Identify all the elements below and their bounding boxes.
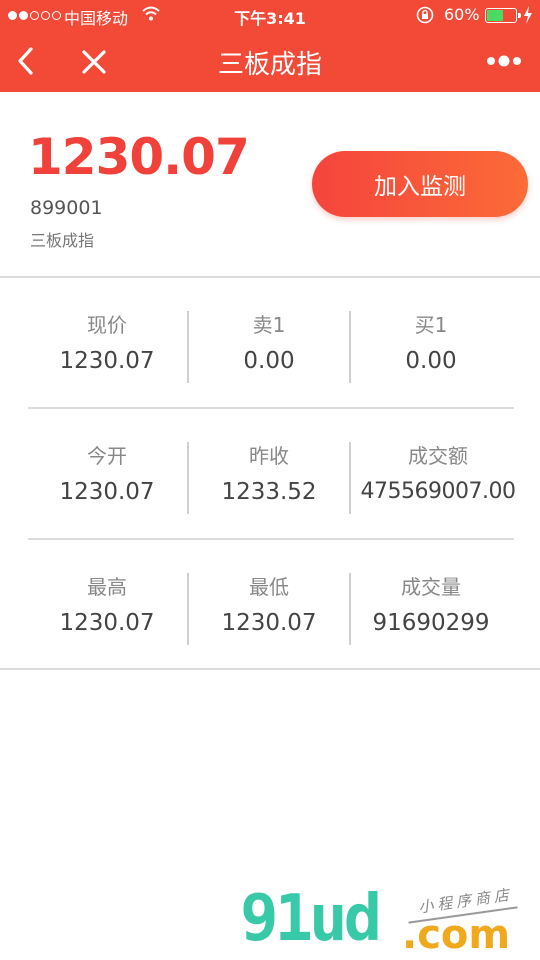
quote-row: 最高 1230.07 最低 1230.07 成交量 91690299 [0,559,540,659]
quote-label: 成交量 [401,575,461,599]
quote-value: 1230.07 [59,610,155,636]
index-name: 三板成指 [30,231,95,250]
quote-cell-bid1: 买1 0.00 [350,297,512,374]
quote-cell-open: 今开 1230.07 [26,428,188,505]
quote-cell-volume: 成交量 91690299 [350,559,512,636]
navigation-bar: 三板成指 [0,30,540,92]
add-to-monitor-button[interactable]: 加入监测 [312,151,528,217]
quote-value: 475569007.00 [360,479,516,504]
quote-label: 买1 [414,313,448,337]
quote-cell-low: 最低 1230.07 [188,559,350,636]
watermark-domain: .com [402,912,511,958]
quote-value: 1230.07 [59,479,155,505]
quote-value: 1230.07 [221,610,317,636]
watermark-logo: 91ud 小程序商店 .com [240,882,540,960]
quote-cell-ask1: 卖1 0.00 [188,297,350,374]
quote-row: 今开 1230.07 昨收 1233.52 成交额 475569007.00 [0,428,540,528]
row-divider [28,538,514,540]
header-divider [0,276,540,278]
quote-cell-high: 最高 1230.07 [26,559,188,636]
quote-cell-current-price: 现价 1230.07 [26,297,188,374]
quote-value: 91690299 [372,610,490,636]
battery-icon [485,8,521,23]
grid-bottom-divider [0,668,540,670]
battery-percent: 60% [444,5,480,24]
quote-row: 现价 1230.07 卖1 0.00 买1 0.00 [0,297,540,397]
quote-cell-turnover: 成交额 475569007.00 [350,428,526,504]
watermark-brand: 91ud [240,882,382,956]
quote-value: 0.00 [243,348,295,374]
quote-label: 卖1 [252,313,286,337]
quote-label: 最低 [249,575,289,599]
quote-label: 昨收 [249,444,289,468]
top-bar: 中国移动 下午3:41 60% 三板成指 [0,0,540,92]
quote-value: 1230.07 [59,348,155,374]
quote-cell-prev-close: 昨收 1233.52 [188,428,350,505]
quote-label: 成交额 [408,444,468,468]
index-price: 1230.07 [28,128,250,186]
quote-label: 现价 [87,313,127,337]
more-dots-icon[interactable] [484,52,524,70]
quote-value: 0.00 [405,348,457,374]
quote-label: 今开 [87,444,127,468]
quote-label: 最高 [87,575,127,599]
charging-icon [524,6,532,24]
orientation-lock-icon [416,6,434,24]
page-title: 三板成指 [217,50,322,80]
index-code: 899001 [30,197,103,219]
quote-value: 1233.52 [221,479,317,505]
row-divider [28,407,514,409]
status-bar: 中国移动 下午3:41 60% [0,0,540,30]
